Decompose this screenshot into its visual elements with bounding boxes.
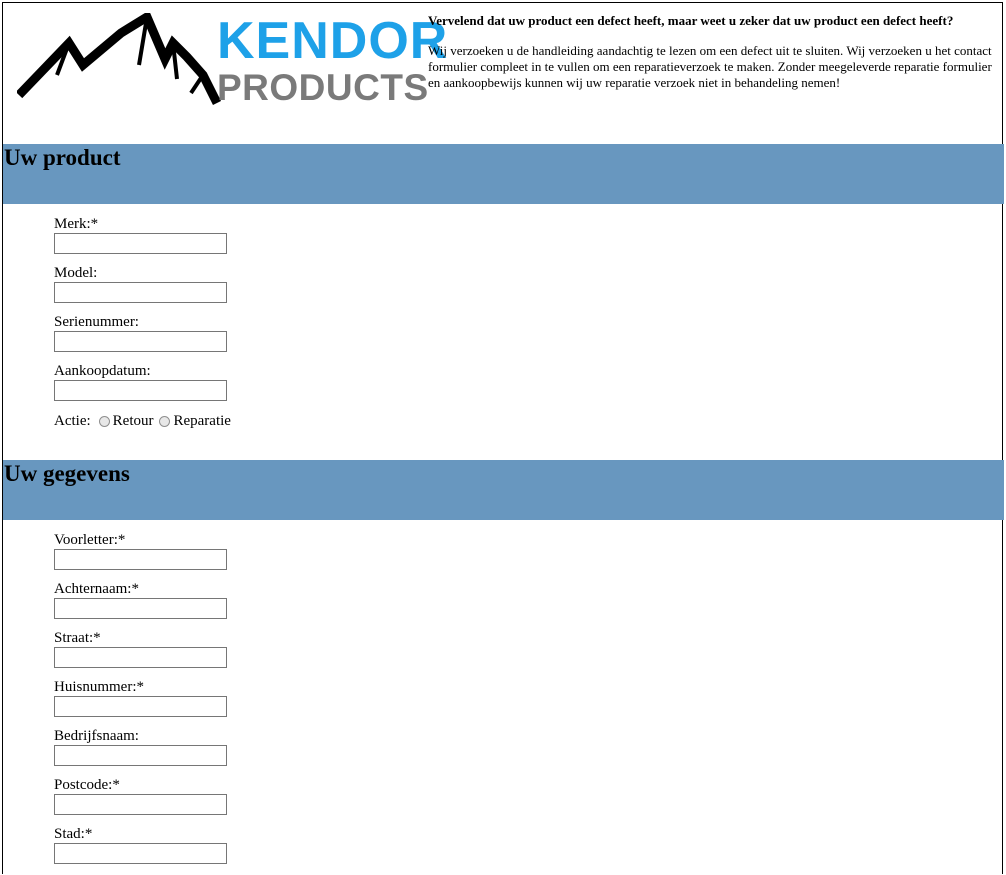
logo-brand-products: PRODUCTS (217, 67, 429, 108)
input-huisnummer[interactable] (54, 696, 227, 717)
field-huisnummer: Huisnummer:* (54, 679, 227, 728)
field-aankoopdatum: Aankoopdatum: (54, 363, 231, 412)
label-straat: Straat:* (54, 630, 101, 646)
label-achternaam: Achternaam:* (54, 581, 139, 597)
input-aankoopdatum[interactable] (54, 380, 227, 401)
section-header-product: Uw product (3, 144, 1004, 204)
input-achternaam[interactable] (54, 598, 227, 619)
label-voorletter: Voorletter:* (54, 532, 126, 548)
radio-retour[interactable]: Retour (98, 412, 154, 430)
intro-text-block: Vervelend dat uw product een defect heef… (428, 13, 998, 91)
intro-paragraph: Wij verzoeken u de handleiding aandachti… (428, 43, 992, 90)
details-form: Voorletter:* Achternaam:* Straat:* Huisn… (54, 532, 227, 875)
input-serienummer[interactable] (54, 331, 227, 352)
radio-retour-label[interactable]: Retour (113, 412, 154, 430)
field-postcode: Postcode:* (54, 777, 227, 826)
label-merk: Merk:* (54, 216, 99, 232)
input-merk[interactable] (54, 233, 227, 254)
page-header: KENDOR PRODUCTS Vervelend dat uw product… (3, 3, 1004, 143)
radio-reparatie-button[interactable] (159, 415, 171, 427)
section-title-product: Uw product (4, 145, 121, 170)
label-serienummer: Serienummer: (54, 314, 139, 330)
input-straat[interactable] (54, 647, 227, 668)
label-aankoopdatum: Aankoopdatum: (54, 363, 151, 379)
radio-reparatie-label[interactable]: Reparatie (173, 412, 230, 430)
input-bedrijfsnaam[interactable] (54, 745, 227, 766)
product-form: Merk:* Model: Serienummer: Aankoopdatum:… (54, 216, 231, 430)
radio-reparatie[interactable]: Reparatie (159, 412, 231, 430)
intro-title: Vervelend dat uw product een defect heef… (428, 13, 954, 28)
page-frame: KENDOR PRODUCTS Vervelend dat uw product… (2, 2, 1004, 875)
section-title-details: Uw gegevens (4, 461, 130, 486)
field-model: Model: (54, 265, 231, 314)
mountain-logo-icon (17, 13, 222, 106)
radio-retour-button[interactable] (98, 415, 110, 427)
field-voorletter: Voorletter:* (54, 532, 227, 581)
field-bedrijfsnaam: Bedrijfsnaam: (54, 728, 227, 777)
field-straat: Straat:* (54, 630, 227, 679)
label-stad: Stad:* (54, 826, 93, 842)
input-voorletter[interactable] (54, 549, 227, 570)
kendor-logo: KENDOR PRODUCTS (17, 13, 447, 108)
field-merk: Merk:* (54, 216, 231, 265)
input-stad[interactable] (54, 843, 227, 864)
input-postcode[interactable] (54, 794, 227, 815)
action-radio-group: Actie: Retour Reparatie (54, 412, 231, 430)
logo-brand-kendor: KENDOR (217, 12, 449, 70)
field-serienummer: Serienummer: (54, 314, 231, 363)
field-stad: Stad:* (54, 826, 227, 875)
label-huisnummer: Huisnummer:* (54, 679, 144, 695)
input-model[interactable] (54, 282, 227, 303)
label-model: Model: (54, 265, 98, 281)
field-achternaam: Achternaam:* (54, 581, 227, 630)
label-postcode: Postcode:* (54, 777, 120, 793)
label-bedrijfsnaam: Bedrijfsnaam: (54, 728, 139, 744)
label-actie: Actie: (54, 413, 91, 429)
section-header-details: Uw gegevens (3, 460, 1004, 520)
